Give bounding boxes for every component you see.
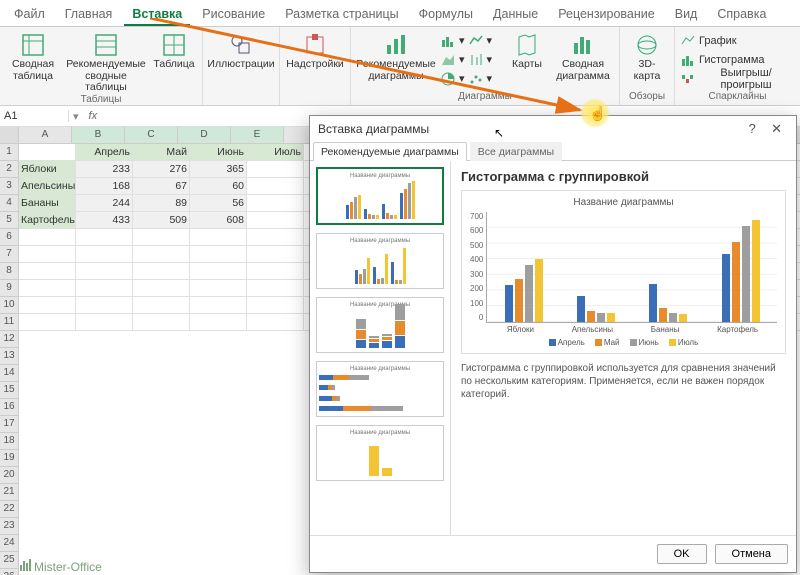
recommended-charts-button[interactable]: Рекомендуемые диаграммы <box>357 29 435 82</box>
dialog-help-button[interactable]: ? <box>743 121 762 136</box>
addons-icon <box>301 33 329 57</box>
name-box[interactable]: A1 <box>0 110 69 122</box>
3dmap-button[interactable]: 3D-карта <box>626 29 668 82</box>
dialog-tab-recommended[interactable]: Рекомендуемые диаграммы <box>313 142 467 161</box>
pie-chart-icon <box>441 72 455 86</box>
chart-type-heading: Гистограмма с группировкой <box>461 169 786 184</box>
dialog-footer: OK Отмена <box>310 535 796 572</box>
pivot-chart-icon <box>569 33 597 57</box>
dialog-tabs: Рекомендуемые диаграммы Все диаграммы <box>310 142 796 161</box>
pivot-chart-button[interactable]: Сводная диаграмма <box>553 29 613 82</box>
thumb-stacked-bar-h[interactable]: Название диаграммы <box>316 361 444 417</box>
dialog-title: Вставка диаграммы <box>318 122 429 136</box>
ribbon-group-illustrations: Иллюстрации <box>203 27 280 105</box>
dialog-tab-all[interactable]: Все диаграммы <box>470 142 562 161</box>
chart-legend: Апрель Май Июнь Июль <box>470 338 777 347</box>
cancel-button[interactable]: Отмена <box>715 544 788 564</box>
namebox-dropdown-icon[interactable]: ▾ <box>69 110 83 123</box>
plot-area <box>486 212 777 323</box>
shapes-icon <box>227 33 255 57</box>
globe-icon <box>633 33 661 57</box>
dialog-titlebar: Вставка диаграммы ? ✕ <box>310 116 796 142</box>
chart-preview: Гистограмма с группировкой Название диаг… <box>451 161 796 535</box>
ribbon-group-charts: Рекомендуемые диаграммы ▾ ▾ ▾ ▾ ▾ ▾ Карт… <box>351 27 620 105</box>
scatter-chart-icon <box>469 72 483 86</box>
table-icon <box>160 33 188 57</box>
chart-description: Гистограмма с группировкой используется … <box>461 362 786 401</box>
sparkline-line-button[interactable]: График <box>681 32 737 49</box>
preview-chart[interactable]: Название диаграммы 010020030040050060070… <box>461 190 786 354</box>
tab-draw[interactable]: Рисование <box>194 4 273 26</box>
table-button[interactable]: Таблица <box>152 29 196 71</box>
thumb-alt-bar[interactable]: Название диаграммы <box>316 233 444 289</box>
sparkline-winloss-button[interactable]: Выигрыш/проигрыш <box>681 70 794 87</box>
dialog-close-button[interactable]: ✕ <box>765 121 788 136</box>
line-chart-icon <box>469 34 483 48</box>
x-axis-labels: ЯблокиАпельсиныБананыКартофель <box>488 325 777 334</box>
ok-button[interactable]: OK <box>657 544 707 564</box>
ribbon-group-addons: Надстройки <box>280 27 351 105</box>
sparkline-bar-icon <box>681 53 695 67</box>
ribbon-group-tours: 3D-карта Обзоры <box>620 27 675 105</box>
tab-review[interactable]: Рецензирование <box>550 4 663 26</box>
maps-button[interactable]: Карты <box>507 29 547 71</box>
stock-chart-icon <box>469 53 483 67</box>
map-icon <box>513 33 541 57</box>
watermark: Mister-Office <box>20 559 102 574</box>
y-axis-labels: 0100200300400500600700 <box>470 212 486 322</box>
pivot-table-button[interactable]: Сводная таблица <box>6 29 60 82</box>
chart-thumbnails[interactable]: Название диаграммы Название диаграммы На… <box>310 161 451 535</box>
thumb-stacked-bar[interactable]: Название диаграммы <box>316 297 444 353</box>
ribbon-group-tables: Сводная таблица Рекомендуемые сводные та… <box>0 27 203 105</box>
tab-home[interactable]: Главная <box>57 4 121 26</box>
recommended-pivot-button[interactable]: Рекомендуемые сводные таблицы <box>66 29 146 94</box>
tab-help[interactable]: Справка <box>709 4 774 26</box>
fx-icon[interactable]: fx <box>83 110 104 122</box>
ribbon-group-sparklines: График Гистограмма Выигрыш/проигрыш Спар… <box>675 27 800 105</box>
thumb-more[interactable]: Название диаграммы <box>316 425 444 481</box>
tab-data[interactable]: Данные <box>485 4 546 26</box>
sparkline-winloss-icon <box>681 72 694 86</box>
tab-file[interactable]: Файл <box>6 4 53 26</box>
sparkline-bar-button[interactable]: Гистограмма <box>681 51 765 68</box>
insert-chart-dialog: Вставка диаграммы ? ✕ Рекомендуемые диаг… <box>309 115 797 573</box>
sparkline-line-icon <box>681 34 695 48</box>
illustrations-button[interactable]: Иллюстрации <box>209 29 273 71</box>
recommended-charts-icon <box>382 33 410 57</box>
pivot-table-icon <box>19 33 47 57</box>
row-headers[interactable]: 1234567891011121314151617181920212223242… <box>0 127 19 575</box>
addons-button[interactable]: Надстройки <box>286 29 344 71</box>
chart-type-gallery[interactable]: ▾ ▾ ▾ ▾ ▾ ▾ <box>441 29 501 87</box>
tab-formulas[interactable]: Формулы <box>411 4 481 26</box>
thumb-clustered-bar[interactable]: Название диаграммы <box>316 167 444 225</box>
bar-chart-icon <box>441 34 455 48</box>
recommended-pivot-icon <box>92 33 120 57</box>
ribbon: Сводная таблица Рекомендуемые сводные та… <box>0 27 800 106</box>
tab-view[interactable]: Вид <box>667 4 706 26</box>
area-chart-icon <box>441 53 455 67</box>
tab-pagelayout[interactable]: Разметка страницы <box>277 4 406 26</box>
tab-insert[interactable]: Вставка <box>124 4 190 26</box>
menu-tabs: Файл Главная Вставка Рисование Разметка … <box>0 0 800 27</box>
